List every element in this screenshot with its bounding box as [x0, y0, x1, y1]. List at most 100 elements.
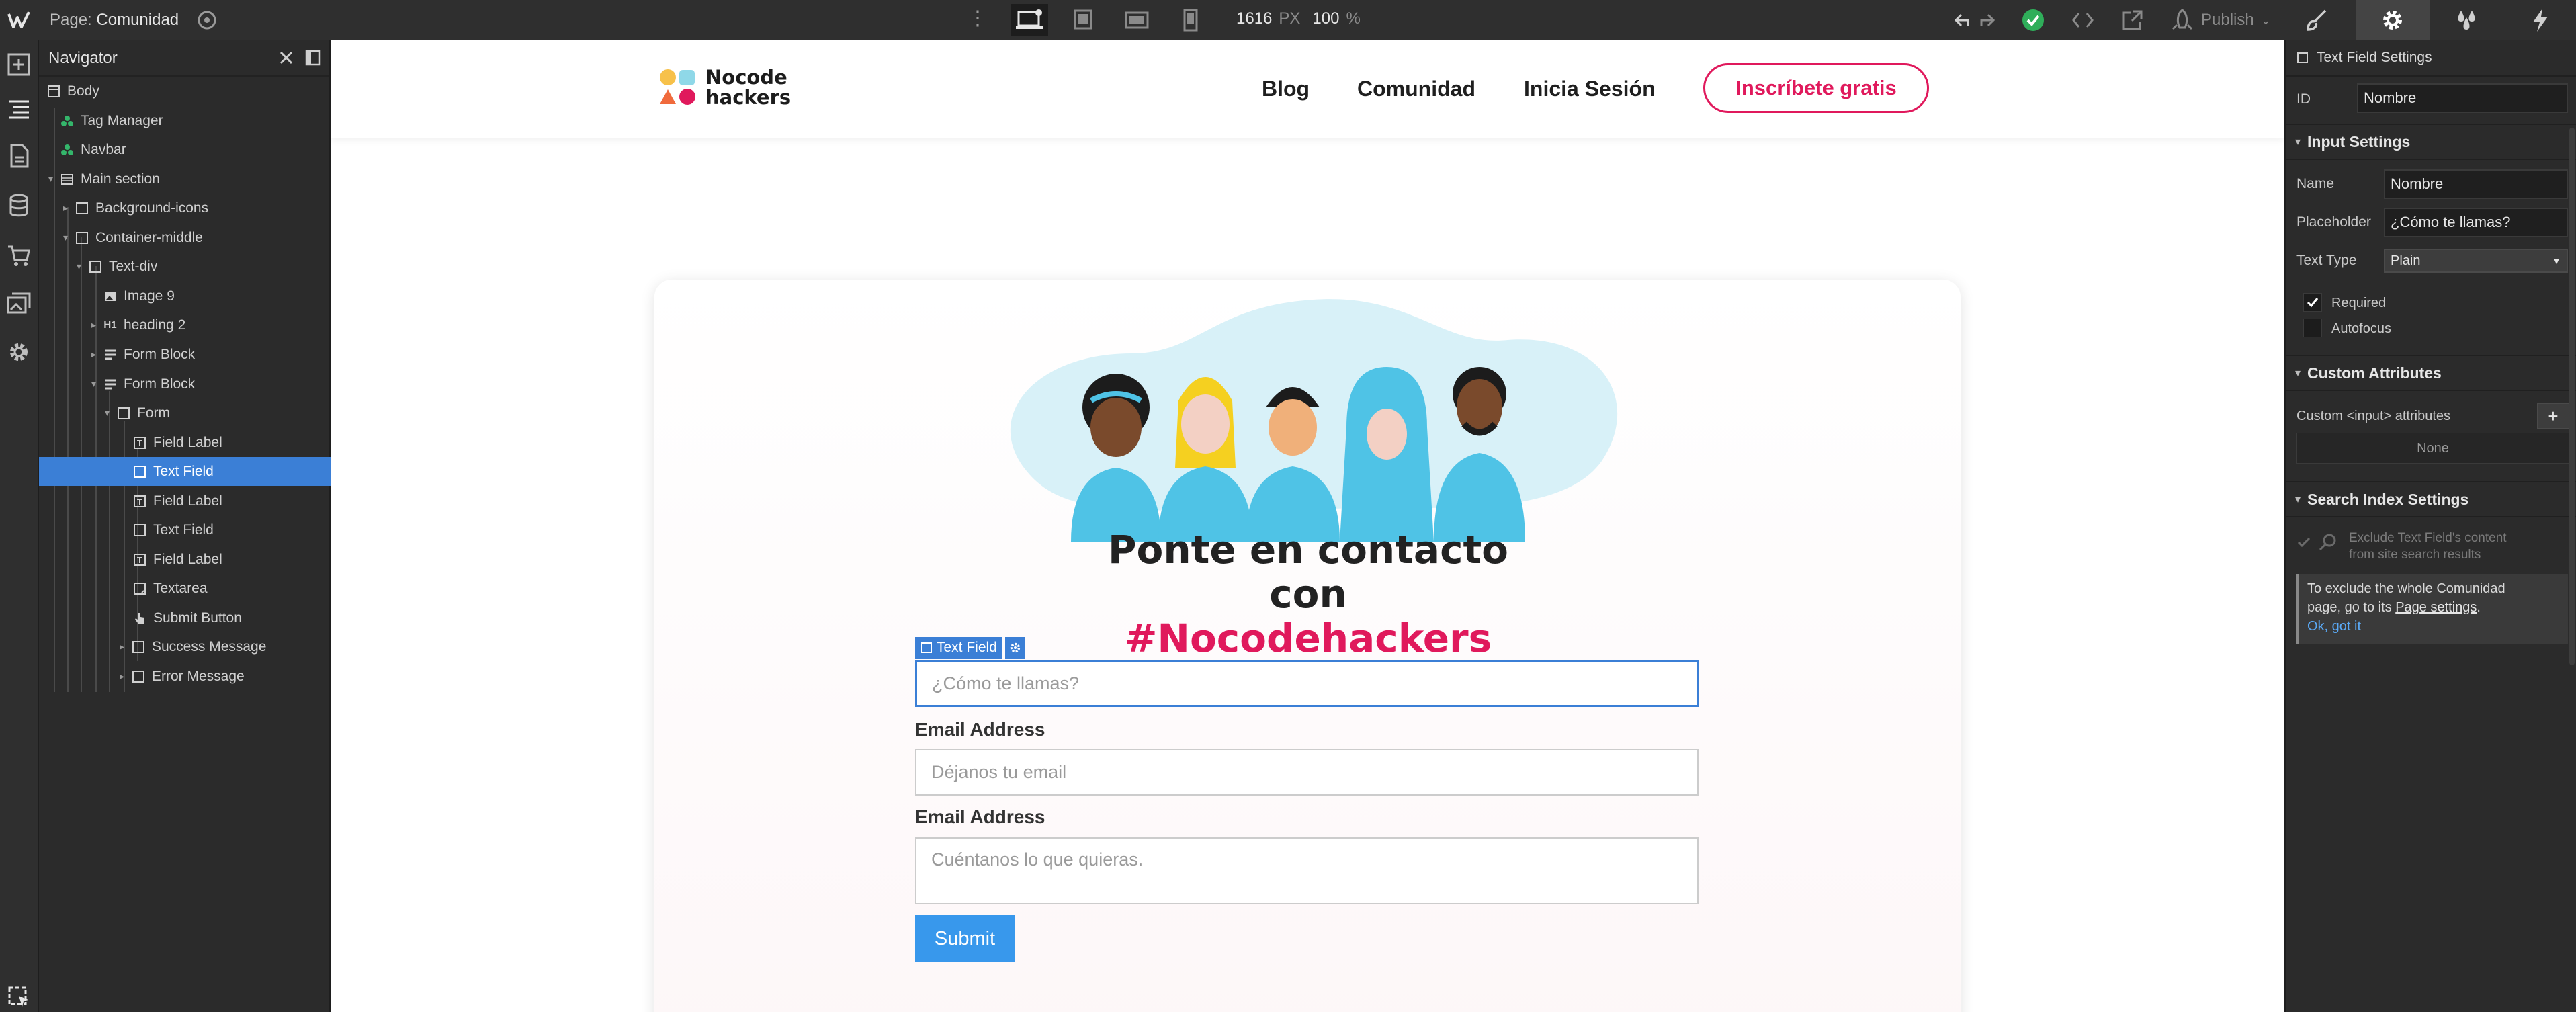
autofocus-checkbox[interactable]: [2303, 319, 2322, 337]
chevron-right-icon[interactable]: ▸: [120, 641, 129, 652]
chevron-down-icon[interactable]: ▾: [77, 261, 86, 272]
navigator-icon[interactable]: [5, 95, 32, 122]
nav-item-main-section[interactable]: ▾ Main section: [39, 165, 339, 194]
required-label: Required: [2331, 296, 2387, 310]
nav-item-background-icons[interactable]: ▸ Background-icons: [39, 194, 353, 222]
search-index-section[interactable]: ▾ Search Index Settings: [2286, 481, 2576, 517]
element-settings-panel: Text Field Settings ID Nombre ▾ Input Se…: [2284, 40, 2576, 1012]
input-settings-section[interactable]: ▾ Input Settings: [2286, 124, 2576, 160]
submit-button[interactable]: Submit: [915, 915, 1015, 962]
nav-item-navbar[interactable]: Navbar: [39, 135, 351, 164]
chevron-down-icon: ▾: [2295, 368, 2301, 379]
page-settings-link[interactable]: Page settings: [2395, 600, 2477, 615]
name-setting-input[interactable]: Nombre: [2384, 169, 2568, 199]
nav-item-tag-manager[interactable]: Tag Manager: [39, 106, 351, 135]
code-export-icon[interactable]: [2068, 5, 2098, 35]
site-navbar[interactable]: Nocode hackers Blog Comunidad Inicia Ses…: [331, 40, 2284, 138]
id-input[interactable]: Nombre: [2357, 83, 2568, 113]
div-block-icon: [132, 670, 145, 683]
nav-item-text-div[interactable]: ▾ Text-div: [39, 252, 367, 281]
laptop-breakpoint-icon[interactable]: [1064, 4, 1102, 36]
design-canvas[interactable]: Nocode hackers Blog Comunidad Inicia Ses…: [331, 40, 2284, 1012]
add-elements-icon[interactable]: [5, 51, 32, 78]
panel-scrollbar[interactable]: [2569, 128, 2575, 665]
page-selector[interactable]: Page: Comunidad: [50, 11, 179, 30]
top-toolbar: Page: Comunidad ⋮ 1616 PX 100% Publish ⌄: [0, 0, 2576, 42]
message-textarea[interactable]: Cuéntanos lo que quieras.: [915, 837, 1699, 904]
nav-item-label: Image 9: [124, 288, 175, 304]
nav-item-label: Text Field: [153, 463, 214, 479]
div-block-icon: [117, 407, 130, 420]
chevron-right-icon[interactable]: ▸: [91, 349, 101, 360]
nav-item-label: Tag Manager: [81, 112, 163, 128]
nav-item-body[interactable]: Body: [39, 77, 337, 106]
webflow-logo-icon[interactable]: [7, 8, 31, 32]
custom-attributes-section[interactable]: ▾ Custom Attributes: [2286, 355, 2576, 391]
chevron-right-icon[interactable]: ▸: [120, 671, 129, 682]
nav-item-label: Main section: [81, 171, 160, 187]
chevron-down-icon[interactable]: ▾: [63, 232, 73, 243]
select-tool-icon[interactable]: [5, 984, 32, 1011]
hand-pointer-icon: [133, 612, 146, 625]
text-type-select[interactable]: Plain ▼: [2384, 249, 2568, 273]
project-settings-gear-icon[interactable]: [5, 339, 32, 366]
brand-name: Nocode hackers: [705, 67, 791, 108]
brand-shapes-icon: [660, 69, 695, 105]
chevron-down-icon[interactable]: ▾: [105, 407, 114, 419]
required-checkbox[interactable]: [2303, 293, 2322, 312]
chevron-right-icon[interactable]: ▸: [91, 319, 101, 331]
undo-icon[interactable]: [1951, 5, 1974, 35]
text-field-icon: [133, 523, 146, 537]
site-nav-link-comunidad[interactable]: Comunidad: [1357, 77, 1475, 101]
publish-button[interactable]: Publish ⌄: [2170, 8, 2271, 32]
style-panel-tab[interactable]: [2280, 0, 2354, 40]
brand-line-1: Nocode: [705, 66, 787, 89]
dock-panel-icon[interactable]: [305, 50, 321, 66]
page-settings-hint: To exclude the whole Comunidad page, go …: [2296, 574, 2568, 644]
email-input[interactable]: Déjanos tu email: [915, 749, 1699, 796]
nav-item-label: Form Block: [124, 346, 196, 362]
tablet-breakpoint-icon[interactable]: [1118, 4, 1156, 36]
site-nav-link-login[interactable]: Inicia Sesión: [1524, 77, 1656, 101]
exclude-search-check-icon[interactable]: [2296, 535, 2313, 551]
person-4: [1340, 367, 1434, 542]
more-options-icon[interactable]: ⋮: [968, 7, 988, 31]
saved-check-icon[interactable]: [2018, 5, 2048, 35]
style-manager-tab[interactable]: [2430, 0, 2503, 40]
add-attribute-plus-icon[interactable]: +: [2537, 403, 2569, 429]
redo-icon[interactable]: [1975, 5, 1998, 35]
contact-heading[interactable]: Ponte en contacto con #Nocodehackers: [1063, 528, 1553, 661]
dismiss-hint-link[interactable]: Ok, got it: [2307, 617, 2560, 636]
interactions-tab[interactable]: [2503, 0, 2576, 40]
div-block-icon: [89, 260, 102, 273]
placeholder-setting-input[interactable]: ¿Cómo te llamas?: [2384, 208, 2568, 237]
nav-item-label: heading 2: [124, 317, 186, 333]
chevron-down-icon[interactable]: ▾: [91, 378, 101, 390]
share-icon[interactable]: [2118, 5, 2147, 35]
mobile-breakpoint-icon[interactable]: [1172, 4, 1209, 36]
cms-database-icon[interactable]: [5, 192, 32, 219]
heading-line-2: #Nocodehackers: [1124, 616, 1492, 661]
image-icon: [103, 290, 117, 303]
nav-item-container-middle[interactable]: ▾ Container-middle: [39, 223, 353, 252]
pages-icon[interactable]: [5, 142, 32, 169]
chevron-right-icon[interactable]: ▸: [63, 202, 73, 214]
name-input[interactable]: ¿Cómo te llamas?: [915, 660, 1699, 707]
site-brand-logo[interactable]: Nocode hackers: [658, 67, 791, 108]
close-icon[interactable]: [278, 50, 294, 66]
ecommerce-cart-icon[interactable]: [5, 242, 32, 269]
chevron-down-icon[interactable]: ▾: [48, 173, 58, 185]
site-nav-link-blog[interactable]: Blog: [1262, 77, 1310, 101]
settings-panel-tab[interactable]: [2356, 0, 2430, 40]
nav-item-label: Field Label: [153, 434, 222, 450]
selected-element-tag[interactable]: Text Field: [915, 637, 1002, 659]
assets-images-icon[interactable]: [5, 290, 32, 317]
desktop-breakpoint-icon[interactable]: [1011, 4, 1048, 36]
input-settings-title: Input Settings: [2307, 132, 2411, 151]
section-icon: [60, 173, 74, 186]
preview-eye-icon[interactable]: [196, 9, 218, 31]
signup-cta-button[interactable]: Inscríbete gratis: [1703, 63, 1929, 113]
exclude-line-2: from site search results: [2349, 548, 2481, 562]
element-settings-gear-icon[interactable]: [1005, 637, 1025, 659]
canvas-size-readout[interactable]: 1616 PX 100%: [1236, 9, 1373, 28]
